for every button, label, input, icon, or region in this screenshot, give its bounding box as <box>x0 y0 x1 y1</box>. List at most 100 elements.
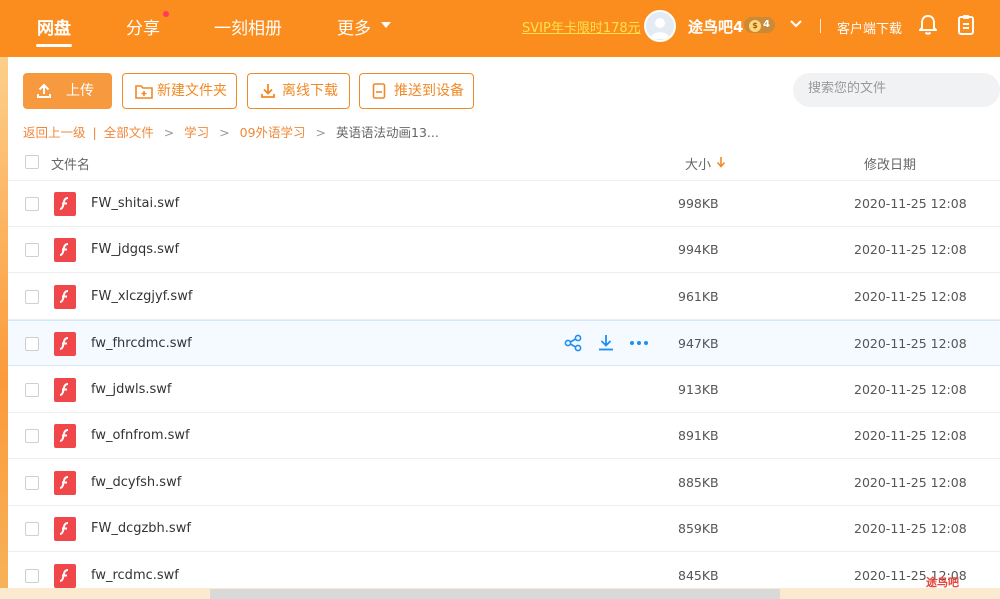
notification-dot <box>163 11 169 17</box>
breadcrumb-pipe: | <box>92 125 97 140</box>
file-size: 845KB <box>678 568 719 583</box>
file-name[interactable]: FW_xlczgjyf.swf <box>91 289 192 304</box>
nav-netdisk[interactable]: 网盘 <box>37 14 71 39</box>
file-size: 998KB <box>678 196 719 211</box>
client-download-link[interactable]: 客户端下载 <box>837 18 902 37</box>
sort-desc-icon[interactable] <box>716 156 726 168</box>
username[interactable]: 途鸟吧4 <box>688 16 743 37</box>
avatar[interactable] <box>644 10 676 42</box>
search-box[interactable] <box>793 73 1000 107</box>
row-checkbox[interactable] <box>25 522 39 536</box>
swf-file-icon <box>54 424 76 448</box>
swf-file-icon <box>54 564 76 588</box>
download-icon <box>261 84 275 98</box>
breadcrumb-current: 英语语法动画13... <box>336 125 439 140</box>
user-menu-chevron-icon[interactable] <box>789 16 803 30</box>
search-input[interactable] <box>808 81 988 96</box>
top-nav-bar: 网盘 分享 一刻相册 更多 SVIP年卡限时178元 途鸟吧4 $4 客户端下载 <box>0 0 1000 57</box>
push-to-device-label: 推送到设备 <box>394 83 464 99</box>
file-date: 2020-11-25 12:08 <box>854 428 967 443</box>
table-row[interactable]: FW_jdgqs.swf 994KB 2020-11-25 12:08 <box>8 227 1000 273</box>
download-icon[interactable] <box>597 334 615 352</box>
file-date: 2020-11-25 12:08 <box>854 336 967 351</box>
user-avatar-icon <box>646 12 674 40</box>
upload-button[interactable]: 上传 <box>23 73 112 109</box>
background-left-strip <box>0 57 8 599</box>
push-to-device-button[interactable]: 推送到设备 <box>359 73 474 109</box>
table-row[interactable]: fw_dcyfsh.swf 885KB 2020-11-25 12:08 <box>8 460 1000 506</box>
new-folder-button[interactable]: 新建文件夹 <box>122 73 237 109</box>
row-checkbox[interactable] <box>25 429 39 443</box>
swf-file-icon <box>54 471 76 495</box>
device-icon <box>372 83 386 99</box>
taskbar-strip <box>210 589 780 599</box>
swf-file-icon <box>54 517 76 541</box>
breadcrumb-all-files[interactable]: 全部文件 <box>104 125 154 140</box>
share-icon[interactable] <box>564 334 582 352</box>
file-name[interactable]: fw_rcdmc.swf <box>91 568 179 583</box>
file-name[interactable]: fw_ofnfrom.swf <box>91 428 190 443</box>
table-row[interactable]: fw_fhrcdmc.swf 947KB 2020-11-25 12:08 <box>8 320 1000 366</box>
new-folder-icon <box>135 85 153 99</box>
vip-level-badge: $4 <box>744 17 775 33</box>
file-date: 2020-11-25 12:08 <box>854 521 967 536</box>
nav-album[interactable]: 一刻相册 <box>214 14 282 39</box>
col-name-header[interactable]: 文件名 <box>51 154 90 173</box>
row-checkbox[interactable] <box>25 569 39 583</box>
offline-download-label: 离线下载 <box>282 83 338 99</box>
row-checkbox[interactable] <box>25 383 39 397</box>
swf-file-icon <box>54 332 76 356</box>
row-checkbox[interactable] <box>25 337 39 351</box>
offline-download-button[interactable]: 离线下载 <box>247 73 350 109</box>
file-size: 885KB <box>678 475 719 490</box>
table-header: 文件名 大小 修改日期 <box>8 143 1000 181</box>
upload-icon <box>37 83 51 98</box>
file-size: 859KB <box>678 521 719 536</box>
select-all-checkbox[interactable] <box>25 155 39 169</box>
file-name[interactable]: FW_shitai.swf <box>91 196 179 211</box>
upload-label: 上传 <box>66 83 94 99</box>
file-size: 961KB <box>678 289 719 304</box>
row-checkbox[interactable] <box>25 243 39 257</box>
nav-divider <box>820 19 821 33</box>
nav-share[interactable]: 分享 <box>126 14 160 39</box>
file-date: 2020-11-25 12:08 <box>854 242 967 257</box>
svip-promo-link[interactable]: SVIP年卡限时178元 <box>522 17 641 36</box>
file-size: 913KB <box>678 382 719 397</box>
clipboard-icon[interactable] <box>957 14 975 36</box>
vip-coin-icon: $ <box>749 20 761 32</box>
breadcrumb-sep: > <box>219 125 230 140</box>
breadcrumb: 返回上一级 | 全部文件 > 学习 > 09外语学习 > 英语语法动画13... <box>23 122 439 141</box>
table-row[interactable]: FW_shitai.swf 998KB 2020-11-25 12:08 <box>8 181 1000 227</box>
table-row[interactable]: fw_jdwls.swf 913KB 2020-11-25 12:08 <box>8 367 1000 413</box>
breadcrumb-sep: > <box>163 125 175 140</box>
file-date: 2020-11-25 12:08 <box>854 196 967 211</box>
row-checkbox[interactable] <box>25 476 39 490</box>
table-row[interactable]: FW_xlczgjyf.swf 961KB 2020-11-25 12:08 <box>8 274 1000 320</box>
file-name[interactable]: FW_dcgzbh.swf <box>91 521 191 536</box>
more-actions-icon[interactable] <box>629 337 649 349</box>
nav-active-indicator <box>36 44 72 47</box>
file-name[interactable]: fw_jdwls.swf <box>91 382 171 397</box>
table-row[interactable]: FW_dcgzbh.swf 859KB 2020-11-25 12:08 <box>8 506 1000 552</box>
file-size: 994KB <box>678 242 719 257</box>
swf-file-icon <box>54 285 76 309</box>
file-date: 2020-11-25 12:08 <box>854 475 967 490</box>
row-checkbox[interactable] <box>25 197 39 211</box>
file-name[interactable]: fw_fhrcdmc.swf <box>91 336 192 351</box>
breadcrumb-study[interactable]: 学习 <box>184 125 209 140</box>
file-size: 891KB <box>678 428 719 443</box>
more-caret-icon[interactable] <box>381 22 391 28</box>
bell-icon[interactable] <box>918 14 938 36</box>
row-checkbox[interactable] <box>25 290 39 304</box>
file-name[interactable]: FW_jdgqs.swf <box>91 242 179 257</box>
breadcrumb-back[interactable]: 返回上一级 <box>23 125 86 140</box>
col-size-header[interactable]: 大小 <box>685 154 711 173</box>
col-date-header[interactable]: 修改日期 <box>864 154 916 173</box>
breadcrumb-foreign-lang[interactable]: 09外语学习 <box>240 125 306 140</box>
swf-file-icon <box>54 192 76 216</box>
file-name[interactable]: fw_dcyfsh.swf <box>91 475 181 490</box>
nav-more[interactable]: 更多 <box>337 14 371 39</box>
swf-file-icon <box>54 378 76 402</box>
table-row[interactable]: fw_ofnfrom.swf 891KB 2020-11-25 12:08 <box>8 413 1000 459</box>
